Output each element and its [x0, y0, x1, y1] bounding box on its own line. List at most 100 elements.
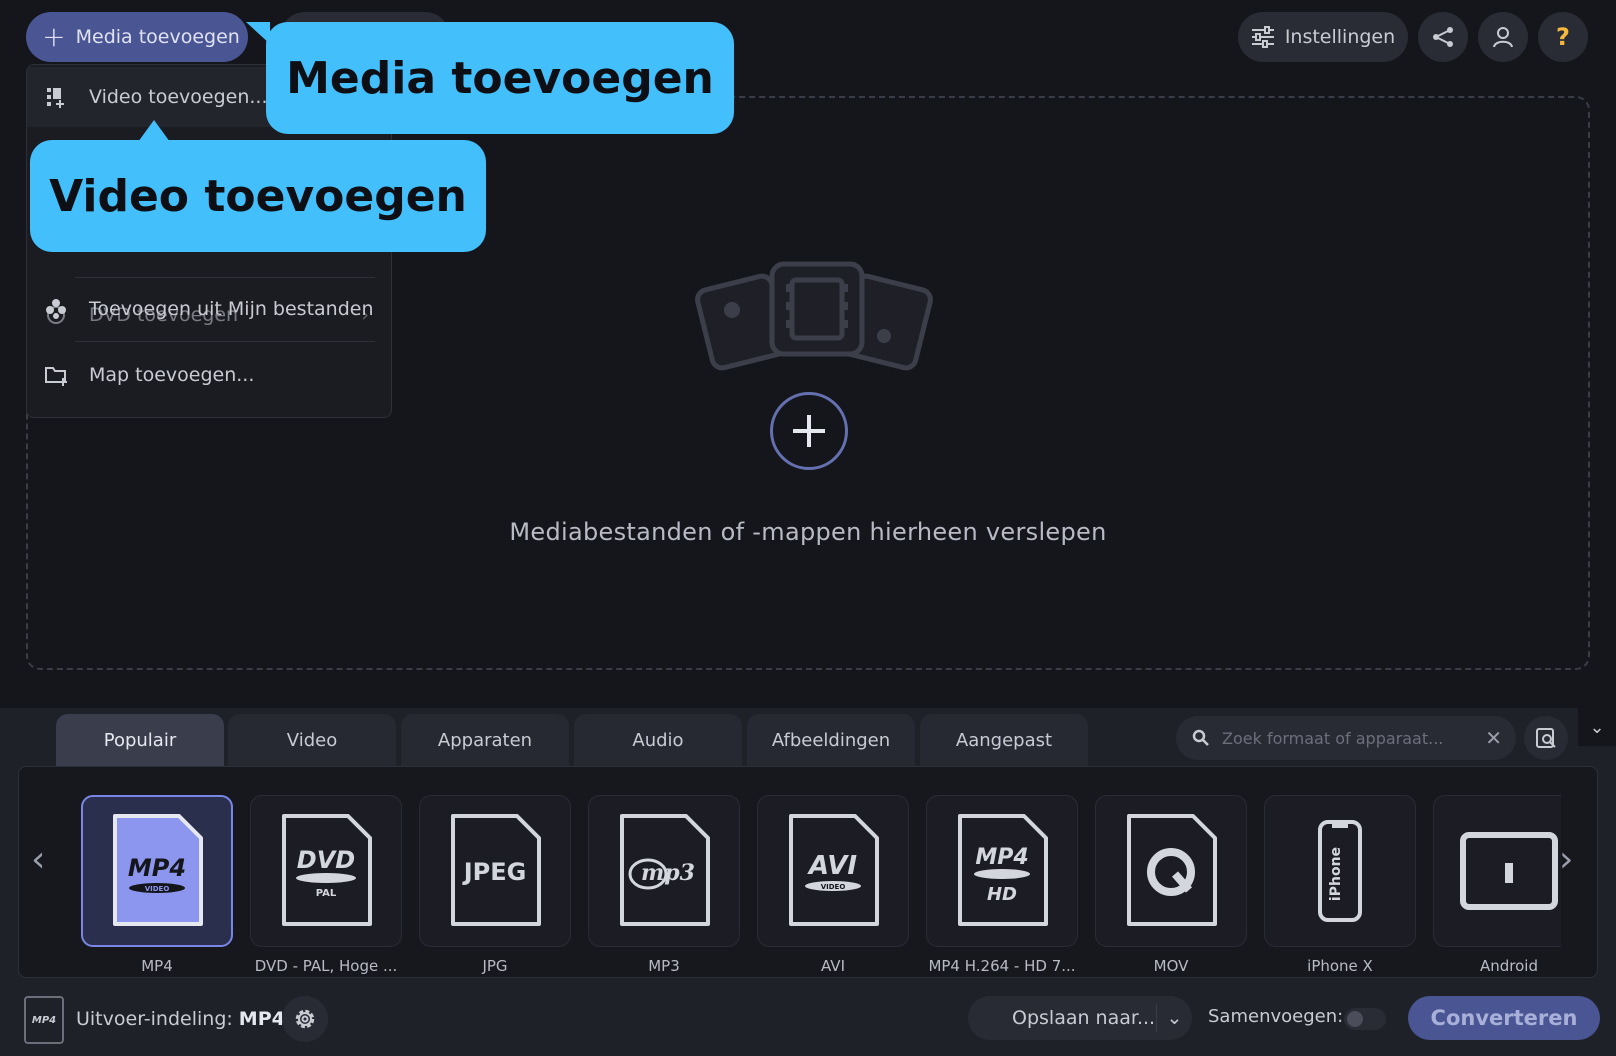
tab-apparaten[interactable]: Apparaten: [401, 714, 569, 766]
svg-text:VIDEO: VIDEO: [821, 883, 846, 891]
folder-add-icon: [35, 364, 77, 386]
avi-icon: AVI VIDEO: [789, 814, 879, 926]
callout-media-toevoegen: Media toevoegen: [246, 22, 734, 134]
convert-button[interactable]: Converteren: [1408, 996, 1600, 1040]
tab-label: Aangepast: [955, 729, 1053, 751]
drop-zone-text: Mediabestanden of -mappen hierheen versl…: [509, 518, 1107, 546]
share-button[interactable]: [1418, 12, 1468, 62]
format-search-input[interactable]: Zoek formaat of apparaat... ✕: [1176, 716, 1516, 760]
format-mp3[interactable]: mp3 MP3: [588, 795, 740, 975]
chevron-right-icon[interactable]: ›: [1559, 839, 1573, 880]
svg-text:DVD: DVD: [297, 846, 355, 874]
save-to-button[interactable]: Opslaan naar... ⌄: [968, 996, 1192, 1040]
close-icon[interactable]: ✕: [1485, 726, 1502, 750]
menu-item-add-from-my-files[interactable]: Toevoegen uit Mijn bestanden: [27, 279, 391, 339]
chevron-down-icon[interactable]: ⌄: [1156, 1004, 1192, 1032]
format-jpg[interactable]: JPEG JPG: [419, 795, 571, 975]
gear-icon: [295, 1009, 315, 1029]
output-format-value: MP4: [238, 1008, 285, 1030]
format-label: Android: [1480, 957, 1538, 975]
format-mp4-hd[interactable]: MP4 HD MP4 H.264 - HD 7...: [926, 795, 1078, 975]
format-label: MP4: [141, 957, 173, 975]
jpeg-icon: JPEG: [451, 814, 541, 926]
format-label: MP3: [648, 957, 680, 975]
format-mp4[interactable]: MP4 VIDEO MP4: [81, 795, 233, 975]
format-tile: mp3: [588, 795, 740, 947]
tab-audio[interactable]: Audio: [574, 714, 742, 766]
tab-video[interactable]: Video: [228, 714, 396, 766]
svg-text:JPEG: JPEG: [462, 858, 527, 886]
tab-aangepast[interactable]: Aangepast: [920, 714, 1088, 766]
settings-button[interactable]: Instellingen: [1238, 12, 1408, 62]
output-settings-button[interactable]: [282, 996, 328, 1042]
save-to-label: Opslaan naar...: [1012, 1007, 1156, 1029]
user-icon: [1493, 27, 1513, 48]
svg-text:MP4: MP4: [975, 845, 1028, 870]
merge-label: Samenvoegen:: [1208, 1006, 1344, 1027]
svg-text:HD: HD: [987, 884, 1017, 905]
my-files-icon: [35, 298, 77, 320]
tab-afbeeldingen[interactable]: Afbeeldingen: [747, 714, 915, 766]
help-icon: ?: [1556, 23, 1570, 51]
format-mov[interactable]: MOV: [1095, 795, 1247, 975]
svg-text:AVI: AVI: [807, 851, 857, 881]
menu-divider: [75, 277, 375, 278]
output-format-icon[interactable]: MP4: [24, 996, 64, 1044]
tab-label: Apparaten: [437, 729, 533, 751]
help-button[interactable]: ?: [1538, 12, 1588, 62]
preset-search-button[interactable]: [1524, 716, 1568, 760]
format-iphone-x[interactable]: iPhone iPhone X: [1264, 795, 1416, 975]
format-label: JPG: [482, 957, 508, 975]
share-icon: [1433, 27, 1453, 47]
svg-text:VIDEO: VIDEO: [145, 885, 170, 893]
menu-item-label: Map toevoegen...: [89, 364, 255, 386]
output-label-text: Uitvoer-indeling:: [76, 1008, 233, 1030]
add-media-button[interactable]: + Media toevoegen: [26, 12, 248, 62]
search-icon: [1192, 729, 1209, 746]
format-carousel: ‹ MP4 VIDEO MP4 DVD PAL DVD - PAL, Hoge …: [18, 766, 1598, 978]
menu-item-label: Toevoegen uit Mijn bestanden: [89, 298, 374, 320]
sliders-icon: [1251, 26, 1274, 48]
format-tile: DVD PAL: [250, 795, 402, 947]
settings-label: Instellingen: [1284, 26, 1396, 48]
tab-label: Audio: [632, 729, 684, 751]
tab-label: Populair: [103, 729, 177, 751]
collapse-panel-button[interactable]: ⌄: [1578, 708, 1616, 746]
format-tile: MP4 VIDEO: [81, 795, 233, 947]
output-format-label: Uitvoer-indeling: MP4: [76, 1008, 285, 1030]
svg-text:MP4: MP4: [128, 854, 186, 882]
iphone-icon: iPhone: [1318, 820, 1362, 922]
menu-item-add-folder[interactable]: Map toevoegen...: [27, 345, 391, 405]
format-tile: JPEG: [419, 795, 571, 947]
svg-text:PAL: PAL: [316, 888, 337, 899]
menu-divider: [75, 341, 375, 342]
search-placeholder: Zoek formaat of apparaat...: [1222, 728, 1444, 748]
format-label: AVI: [821, 957, 845, 975]
file-search-icon: [1536, 728, 1556, 748]
format-android[interactable]: Android: [1433, 795, 1561, 975]
account-button[interactable]: [1478, 12, 1528, 62]
video-add-icon: [35, 86, 77, 108]
mp4-video-icon: MP4 VIDEO: [113, 814, 203, 926]
format-dvd-pal[interactable]: DVD PAL DVD - PAL, Hoge ...: [250, 795, 402, 975]
plus-icon: +: [42, 20, 66, 53]
add-files-button[interactable]: [770, 392, 848, 470]
format-tile: [1095, 795, 1247, 947]
format-avi[interactable]: AVI VIDEO AVI: [757, 795, 909, 975]
quicktime-icon: [1127, 814, 1217, 926]
merge-toggle[interactable]: [1344, 1008, 1386, 1030]
chevron-left-icon[interactable]: ‹: [31, 839, 45, 880]
tab-populair[interactable]: Populair: [56, 714, 224, 766]
svg-text:iPhone: iPhone: [1328, 847, 1344, 901]
callout-video-toevoegen: Video toevoegen: [30, 120, 486, 252]
output-icon-text: MP4: [31, 1014, 57, 1026]
tablet-icon: [1460, 832, 1558, 910]
add-media-label: Media toevoegen: [75, 26, 240, 48]
format-tile: MP4 HD: [926, 795, 1078, 947]
chevron-down-icon: ⌄: [1589, 716, 1605, 738]
menu-item-label: Video toevoegen...: [89, 86, 268, 108]
svg-text:mp3: mp3: [641, 860, 695, 886]
format-tile: [1433, 795, 1561, 947]
format-tile: iPhone: [1264, 795, 1416, 947]
format-label: DVD - PAL, Hoge ...: [254, 957, 398, 975]
